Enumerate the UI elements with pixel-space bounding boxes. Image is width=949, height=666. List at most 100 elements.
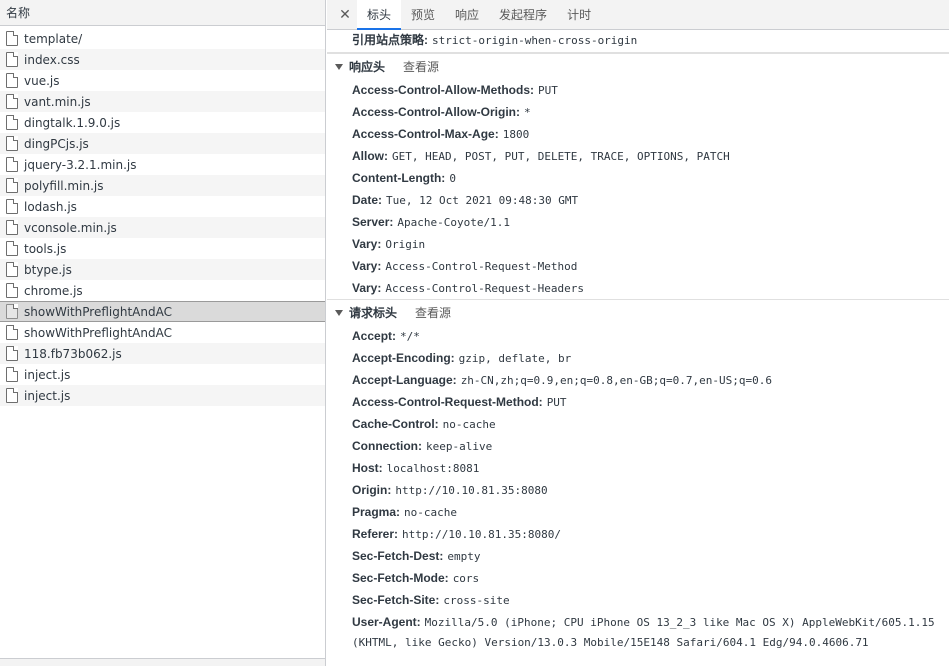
- file-row[interactable]: inject.js: [0, 364, 325, 385]
- file-row[interactable]: chrome.js: [0, 280, 325, 301]
- name-column-header[interactable]: 名称: [0, 0, 325, 26]
- file-icon: [6, 52, 18, 67]
- file-name: dingPCjs.js: [24, 136, 89, 151]
- collapse-triangle-icon[interactable]: [335, 309, 343, 316]
- request-headers-section[interactable]: 请求标头 查看源: [327, 299, 949, 325]
- header-row: Vary: Access-Control-Request-Headers: [327, 277, 949, 299]
- request-details-panel: ✕ 标头 预览 响应 发起程序 计时 引用站点策略: strict-origin-…: [327, 0, 949, 666]
- file-name: dingtalk.1.9.0.js: [24, 115, 121, 130]
- header-key: User-Agent:: [352, 615, 421, 629]
- header-value: Access-Control-Request-Method: [385, 260, 578, 273]
- request-list-panel: 名称 template/ index.css vue.js vant.min.j…: [0, 0, 326, 666]
- header-row: Access-Control-Request-Method: PUT: [327, 391, 949, 413]
- header-row: Date: Tue, 12 Oct 2021 09:48:30 GMT: [327, 189, 949, 211]
- file-row[interactable]: inject.js: [0, 385, 325, 406]
- file-icon: [6, 262, 18, 277]
- file-row[interactable]: lodash.js: [0, 196, 325, 217]
- header-row: Vary: Origin: [327, 233, 949, 255]
- file-name: lodash.js: [24, 199, 77, 214]
- file-name: vue.js: [24, 73, 60, 88]
- header-value: http://10.10.81.35:8080/: [402, 528, 561, 541]
- header-row: Sec-Fetch-Site: cross-site: [327, 589, 949, 611]
- header-key: Access-Control-Allow-Methods:: [352, 83, 535, 97]
- header-row: Cache-Control: no-cache: [327, 413, 949, 435]
- header-value: Apache-Coyote/1.1: [397, 216, 510, 229]
- header-key: Access-Control-Max-Age:: [352, 127, 499, 141]
- file-row[interactable]: btype.js: [0, 259, 325, 280]
- header-key: Server:: [352, 215, 394, 229]
- file-icon: [6, 178, 18, 193]
- header-value-continuation: (KHTML, like Gecko) Version/13.0.3 Mobil…: [327, 633, 949, 653]
- header-value: keep-alive: [426, 440, 493, 453]
- header-value: http://10.10.81.35:8080: [395, 484, 548, 497]
- file-icon: [6, 157, 18, 172]
- horizontal-scrollbar[interactable]: [0, 658, 325, 666]
- close-icon[interactable]: ✕: [333, 0, 357, 29]
- response-headers-section[interactable]: 响应头 查看源: [327, 53, 949, 79]
- tab-response[interactable]: 响应: [445, 0, 489, 29]
- file-name: jquery-3.2.1.min.js: [24, 157, 137, 172]
- file-name: chrome.js: [24, 283, 83, 298]
- header-row: Sec-Fetch-Dest: empty: [327, 545, 949, 567]
- header-value: cors: [452, 572, 480, 585]
- header-row: Access-Control-Allow-Origin: *: [327, 101, 949, 123]
- file-row[interactable]: showWithPreflightAndAC: [0, 322, 325, 343]
- file-row[interactable]: 118.fb73b062.js: [0, 343, 325, 364]
- file-row[interactable]: vconsole.min.js: [0, 217, 325, 238]
- collapse-triangle-icon[interactable]: [335, 63, 343, 70]
- file-name: btype.js: [24, 262, 72, 277]
- header-value: Access-Control-Request-Headers: [385, 282, 585, 295]
- header-key: Host:: [352, 461, 383, 475]
- file-name: showWithPreflightAndAC: [24, 304, 172, 319]
- file-name: index.css: [24, 52, 80, 67]
- header-row: Vary: Access-Control-Request-Method: [327, 255, 949, 277]
- headers-content: 引用站点策略: strict-origin-when-cross-origin 响…: [327, 31, 949, 666]
- file-icon: [6, 94, 18, 109]
- file-row-selected[interactable]: showWithPreflightAndAC: [0, 301, 325, 322]
- view-source-link[interactable]: 查看源: [415, 300, 451, 326]
- file-row[interactable]: index.css: [0, 49, 325, 70]
- header-row: Host: localhost:8081: [327, 457, 949, 479]
- header-key: Accept-Language:: [352, 373, 457, 387]
- header-key: Access-Control-Request-Method:: [352, 395, 543, 409]
- file-icon: [6, 31, 18, 46]
- file-row[interactable]: tools.js: [0, 238, 325, 259]
- file-list: template/ index.css vue.js vant.min.js d…: [0, 28, 325, 406]
- file-name: inject.js: [24, 388, 71, 403]
- tab-initiator[interactable]: 发起程序: [489, 0, 557, 29]
- file-icon: [6, 346, 18, 361]
- file-row[interactable]: jquery-3.2.1.min.js: [0, 154, 325, 175]
- header-row: Accept-Encoding: gzip, deflate, br: [327, 347, 949, 369]
- file-row[interactable]: polyfill.min.js: [0, 175, 325, 196]
- tab-timing[interactable]: 计时: [557, 0, 601, 29]
- file-row[interactable]: vue.js: [0, 70, 325, 91]
- tab-headers[interactable]: 标头: [357, 0, 402, 30]
- header-row: Connection: keep-alive: [327, 435, 949, 457]
- file-row[interactable]: template/: [0, 28, 325, 49]
- header-value: empty: [447, 550, 481, 563]
- header-value: PUT: [538, 84, 558, 97]
- header-key: Date:: [352, 193, 383, 207]
- section-title: 请求标头: [349, 305, 398, 320]
- file-row[interactable]: dingPCjs.js: [0, 133, 325, 154]
- file-name: vconsole.min.js: [24, 220, 117, 235]
- header-value: (KHTML, like Gecko) Version/13.0.3 Mobil…: [352, 636, 869, 649]
- header-key: Vary:: [352, 281, 382, 295]
- header-row: Content-Length: 0: [327, 167, 949, 189]
- header-value: 1800: [502, 128, 530, 141]
- file-name: polyfill.min.js: [24, 178, 104, 193]
- header-value: Mozilla/5.0 (iPhone; CPU iPhone OS 13_2_…: [424, 616, 935, 629]
- view-source-link[interactable]: 查看源: [403, 54, 439, 80]
- header-key: Sec-Fetch-Dest:: [352, 549, 444, 563]
- file-icon: [6, 241, 18, 256]
- file-icon: [6, 283, 18, 298]
- file-row[interactable]: dingtalk.1.9.0.js: [0, 112, 325, 133]
- header-value: PUT: [546, 396, 567, 409]
- header-key: Connection:: [352, 439, 422, 453]
- header-value: zh-CN,zh;q=0.9,en;q=0.8,en-GB;q=0.7,en-U…: [460, 374, 772, 387]
- file-row[interactable]: vant.min.js: [0, 91, 325, 112]
- tab-preview[interactable]: 预览: [401, 0, 445, 29]
- header-key: Accept-Encoding:: [352, 351, 455, 365]
- header-key: Vary:: [352, 259, 382, 273]
- header-key: Content-Length:: [352, 171, 446, 185]
